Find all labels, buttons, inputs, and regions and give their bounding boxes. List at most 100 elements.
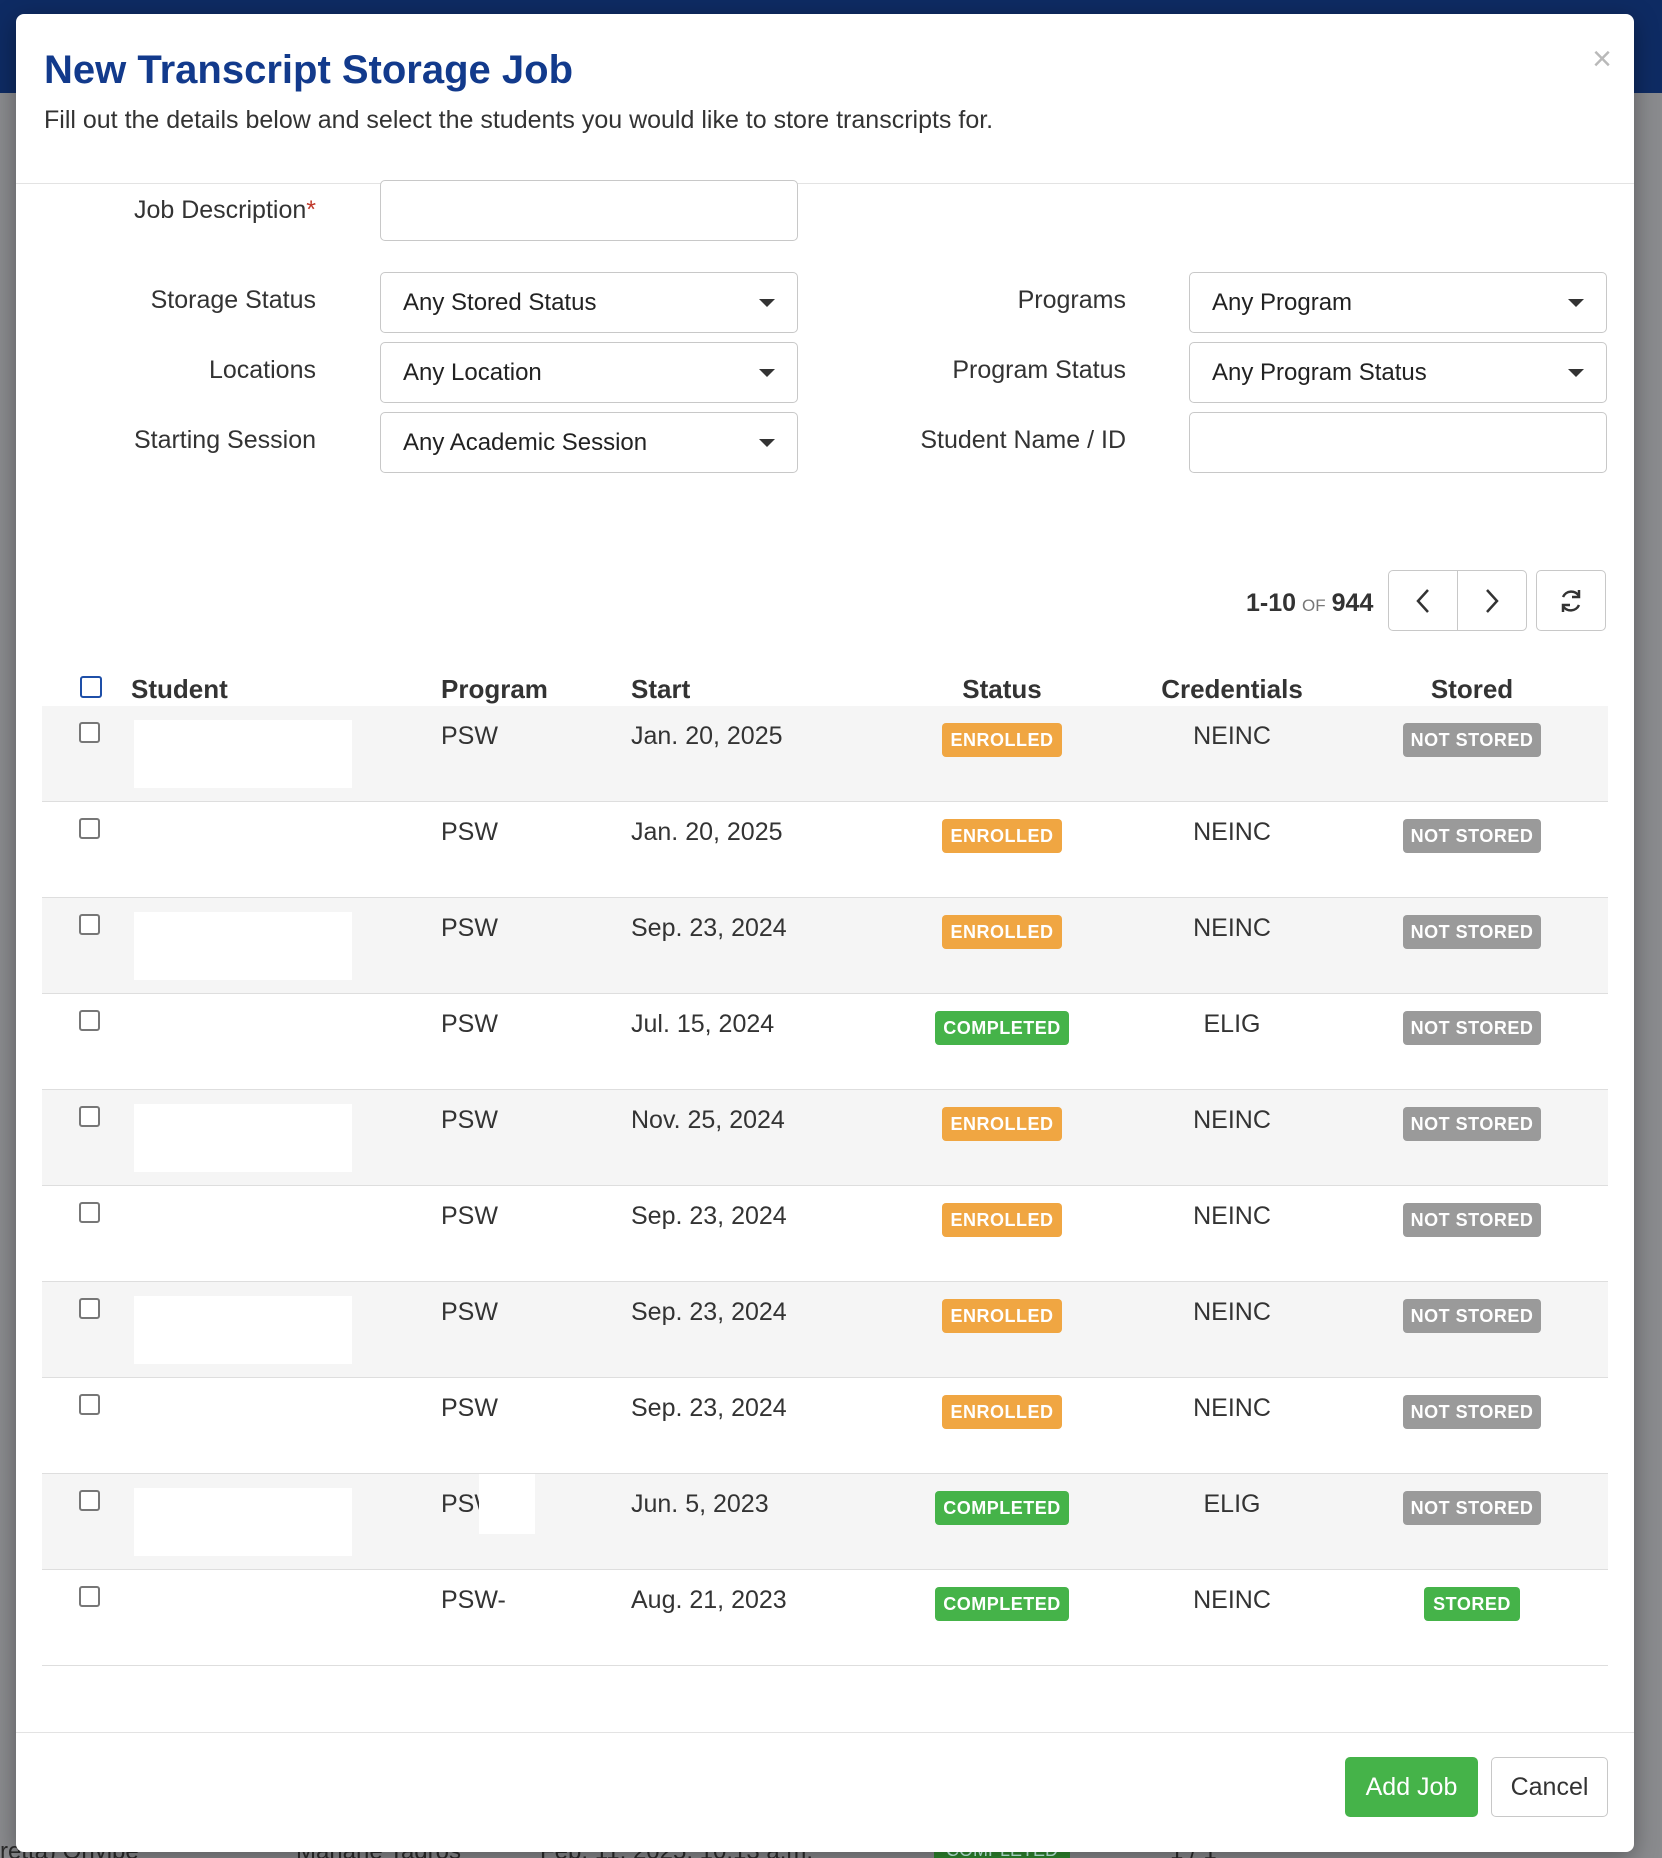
status-badge: ENROLLED [942,1203,1062,1237]
table-row[interactable]: PSW Jan. 20, 2025 ENROLLED NEINC NOT STORED [42,706,1608,802]
column-header-program[interactable]: Program [441,674,548,705]
close-icon[interactable]: × [1592,42,1612,76]
job-description-label-text: Job Description [133,196,307,224]
job-description-label: Job Description* [16,196,316,225]
table-row[interactable]: PSW- Jun. 5, 2023 COMPLETED ELIG NOT STORED [42,1474,1608,1570]
program-cell: PSW [441,818,498,846]
stored-badge: NOT STORED [1403,1107,1541,1141]
stored-badge: NOT STORED [1403,1299,1541,1333]
program-cell: PSW [441,722,498,750]
table-row[interactable]: PSW Sep. 23, 2024 ENROLLED NEINC NOT STORED [42,898,1608,994]
locations-select[interactable]: Any Location [380,342,798,403]
caret-down-icon [759,369,775,377]
column-header-credentials[interactable]: Credentials [1142,674,1322,705]
column-header-stored[interactable]: Stored [1402,674,1542,705]
programs-label: Programs [1017,286,1126,314]
student-name-redacted [134,1296,352,1364]
credentials-cell: NEINC [1193,914,1271,942]
add-job-button[interactable]: Add Job [1345,1757,1478,1817]
credentials-cell: NEINC [1193,1586,1271,1614]
table-row[interactable]: PSW Sep. 23, 2024 ENROLLED NEINC NOT STORED [42,1378,1608,1474]
cancel-button[interactable]: Cancel [1491,1757,1608,1817]
program-status-label: Program Status [952,356,1126,384]
status-badge: ENROLLED [942,1107,1062,1141]
program-status-select[interactable]: Any Program Status [1189,342,1607,403]
column-header-start[interactable]: Start [631,674,690,705]
chevron-right-icon [1486,588,1499,613]
row-checkbox[interactable] [79,818,100,839]
stored-badge: NOT STORED [1403,1395,1541,1429]
column-header-status[interactable]: Status [922,674,1082,705]
row-checkbox[interactable] [79,1586,100,1607]
next-page-button[interactable] [1457,570,1527,631]
credentials-cell: NEINC [1193,1394,1271,1422]
table-row[interactable]: PSW Sep. 23, 2024 ENROLLED NEINC NOT STORED [42,1186,1608,1282]
student-name-redacted [134,912,352,980]
previous-page-button[interactable] [1388,570,1458,631]
row-checkbox[interactable] [79,914,100,935]
stored-badge: NOT STORED [1403,1203,1541,1237]
status-badge: ENROLLED [942,819,1062,853]
stored-badge: NOT STORED [1403,915,1541,949]
modal-title: New Transcript Storage Job [44,48,574,92]
student-name-id-label: Student Name / ID [920,426,1126,454]
status-badge: ENROLLED [942,915,1062,949]
required-asterisk: * [306,196,316,224]
row-checkbox[interactable] [79,722,100,743]
status-badge: COMPLETED [935,1491,1069,1525]
select-all-checkbox[interactable] [80,676,102,698]
storage-status-value: Any Stored Status [403,289,597,316]
student-name-id-input[interactable] [1189,412,1607,473]
column-header-student[interactable]: Student [131,674,228,705]
credentials-cell: NEINC [1193,1202,1271,1230]
status-badge: COMPLETED [935,1011,1069,1045]
stored-badge: NOT STORED [1403,1011,1541,1045]
student-name-redacted [134,1104,352,1172]
storage-status-label: Storage Status [150,286,316,314]
job-description-input[interactable] [380,180,798,241]
table-row[interactable]: PSW- Aug. 21, 2023 COMPLETED NEINC STORED [42,1570,1608,1666]
credentials-cell: NEINC [1193,722,1271,750]
row-checkbox[interactable] [79,1298,100,1319]
credentials-cell: ELIG [1203,1010,1261,1038]
caret-down-icon [759,439,775,447]
row-checkbox[interactable] [79,1202,100,1223]
start-date-cell: Sep. 23, 2024 [631,914,787,942]
row-checkbox[interactable] [79,1394,100,1415]
table-row[interactable]: PSW Jan. 20, 2025 ENROLLED NEINC NOT STORED [42,802,1608,898]
programs-value: Any Program [1212,289,1353,316]
table-row[interactable]: PSW Jul. 15, 2024 COMPLETED ELIG NOT STORED [42,994,1608,1090]
starting-session-label: Starting Session [133,426,316,454]
caret-down-icon [1568,369,1584,377]
row-checkbox[interactable] [79,1490,100,1511]
pagination-total: 944 [1331,589,1374,617]
status-badge: COMPLETED [935,1587,1069,1621]
pagination-range: 1-10 [1246,589,1297,617]
credentials-cell: ELIG [1203,1490,1261,1518]
table-row[interactable]: PSW Nov. 25, 2024 ENROLLED NEINC NOT STORED [42,1090,1608,1186]
start-date-cell: Jan. 20, 2025 [631,722,783,750]
status-badge: ENROLLED [942,1299,1062,1333]
program-suffix-redacted [479,1474,535,1534]
program-cell: PSW [441,1394,498,1422]
table-row[interactable]: PSW Sep. 23, 2024 ENROLLED NEINC NOT STORED [42,1282,1608,1378]
credentials-cell: NEINC [1193,818,1271,846]
program-cell: PSW [441,1298,498,1326]
programs-select[interactable]: Any Program [1189,272,1607,333]
starting-session-value: Any Academic Session [403,429,648,456]
program-cell: PSW [441,1106,498,1134]
stored-badge: NOT STORED [1403,1491,1541,1525]
credentials-cell: NEINC [1193,1106,1271,1134]
new-transcript-storage-job-modal: New Transcript Storage Job Fill out the … [16,14,1634,1852]
row-checkbox[interactable] [79,1106,100,1127]
status-badge: ENROLLED [942,723,1062,757]
locations-label: Locations [208,356,316,384]
stored-badge: NOT STORED [1403,723,1541,757]
program-cell: PSW [441,1202,498,1230]
row-checkbox[interactable] [79,1010,100,1031]
program-cell: PSW [441,914,498,942]
storage-status-select[interactable]: Any Stored Status [380,272,798,333]
starting-session-select[interactable]: Any Academic Session [380,412,798,473]
pagination-of: OF [1302,596,1326,615]
refresh-button[interactable] [1536,570,1606,631]
